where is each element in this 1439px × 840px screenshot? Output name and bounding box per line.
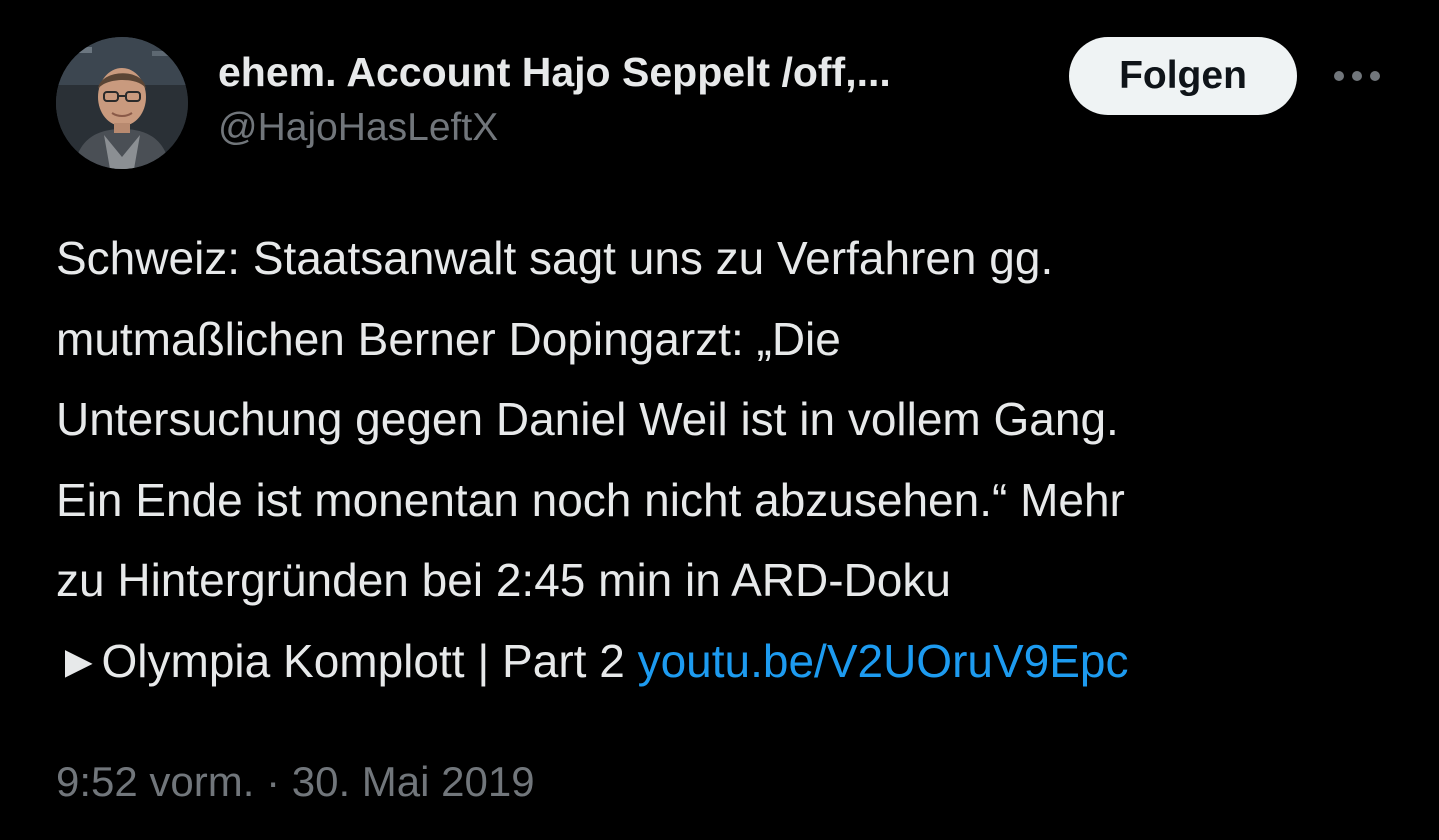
tweet-text-line: Untersuchung gegen Daniel Weil ist in vo… — [56, 393, 1119, 445]
more-options-button[interactable] — [1326, 55, 1388, 97]
author-names: ehem. Account Hajo Seppelt /off,... @Haj… — [218, 43, 1048, 153]
tweet-text-line: mutmaßlichen Berner Dopingarzt: „Die — [56, 312, 841, 365]
post-time[interactable]: 9:52 vorm. — [56, 758, 254, 805]
youtube-link[interactable]: youtu.be/V2UOruV9Epc — [638, 635, 1129, 687]
post-date[interactable]: 30. Mai 2019 — [292, 758, 535, 805]
tweet: ehem. Account Hajo Seppelt /off,... @Haj… — [0, 0, 1439, 840]
tweet-text-line: Schweiz: Staatsanwalt sagt uns zu Verfah… — [56, 232, 1054, 284]
tweet-text-last-line: ►Olympia Komplott | Part 2 youtu.be/V2UO… — [56, 621, 1396, 702]
tweet-text: Schweiz: Staatsanwalt sagt uns zu Verfah… — [56, 218, 1396, 701]
display-name[interactable]: ehem. Account Hajo Seppelt /off,... — [218, 43, 1038, 101]
tweet-text-line: zu Hintergründen bei 2:45 min in ARD-Dok… — [56, 554, 951, 606]
avatar[interactable] — [56, 37, 188, 169]
tweet-timestamp: 9:52 vorm. · 30. Mai 2019 — [56, 752, 535, 812]
separator: · — [254, 758, 292, 805]
profile-photo-icon — [56, 37, 188, 169]
tweet-text-line: Ein Ende ist monentan noch nicht abzuseh… — [56, 473, 1125, 526]
tweet-text-line: ►Olympia Komplott | Part 2 — [56, 634, 638, 687]
tweet-header: ehem. Account Hajo Seppelt /off,... @Haj… — [56, 37, 1386, 171]
more-icon — [1334, 71, 1380, 81]
user-handle[interactable]: @HajoHasLeftX — [218, 103, 1048, 153]
follow-button[interactable]: Folgen — [1069, 37, 1297, 115]
